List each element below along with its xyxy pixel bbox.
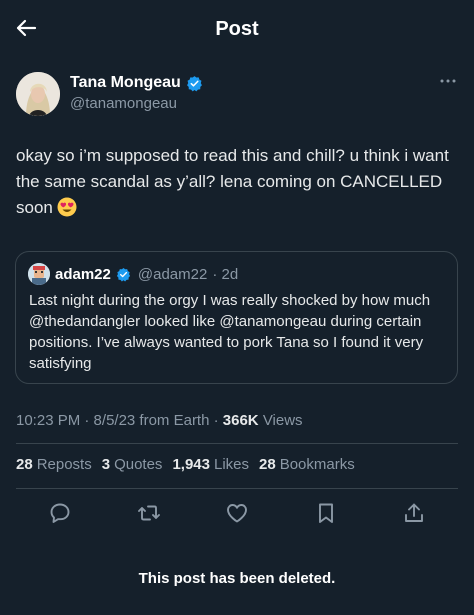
- quote-author-name: adam22: [55, 265, 111, 283]
- bookmark-button[interactable]: [313, 500, 339, 526]
- post-text: okay so i’m supposed to read this and ch…: [16, 146, 449, 217]
- post-stats: 28 Reposts 3 Quotes 1,943 Likes 28 Bookmarks: [16, 456, 355, 473]
- post-author: Tana Mongeau @tanamongeau: [16, 72, 458, 116]
- post-body: okay so i’m supposed to read this and ch…: [16, 143, 456, 221]
- action-bar: [16, 500, 458, 526]
- author-name[interactable]: Tana Mongeau: [70, 74, 181, 92]
- post-meta: 10:23 PM · 8/5/23 from Earth · 366K View…: [16, 412, 303, 429]
- page-title: Post: [215, 18, 259, 40]
- deleted-notice: This post has been deleted.: [138, 570, 336, 587]
- share-button[interactable]: [401, 500, 427, 526]
- divider: [16, 488, 458, 489]
- likes-stat[interactable]: 1,943 Likes: [172, 456, 249, 473]
- post-date-source: · 8/5/23 from Earth ·: [84, 412, 219, 429]
- divider: [16, 443, 458, 444]
- share-icon: [405, 503, 423, 522]
- heart-eyes-emoji-icon: [57, 197, 77, 217]
- quote-text: Last night during the orgy I was really …: [29, 292, 431, 372]
- quotes-stat[interactable]: 3 Quotes: [102, 456, 163, 473]
- reply-icon: [50, 503, 70, 523]
- more-options-button[interactable]: [438, 74, 458, 88]
- verified-badge-icon: [116, 267, 130, 281]
- avatar-image: [16, 72, 60, 116]
- like-icon: [227, 504, 247, 523]
- quote-author-handle: @adam22: [137, 265, 208, 283]
- author-handle[interactable]: @tanamongeau: [70, 95, 177, 112]
- avatar[interactable]: [16, 72, 60, 116]
- top-bar: Post: [0, 0, 474, 60]
- views-label: Views: [262, 412, 303, 429]
- reposts-stat[interactable]: 28 Reposts: [16, 456, 92, 473]
- post-time: 10:23 PM: [16, 412, 81, 429]
- quote-time: · 2d: [212, 265, 239, 283]
- quote-avatar: [28, 263, 50, 285]
- more-horizontal-icon: [440, 79, 456, 83]
- reply-button[interactable]: [47, 500, 73, 526]
- quoted-post[interactable]: adam22 @adam22 · 2d Last night during th…: [15, 251, 458, 384]
- like-button[interactable]: [224, 500, 250, 526]
- bookmark-icon: [318, 503, 333, 523]
- repost-button[interactable]: [136, 500, 162, 526]
- verified-badge-icon[interactable]: [186, 75, 203, 92]
- bookmarks-stat[interactable]: 28 Bookmarks: [259, 456, 355, 473]
- repost-icon: [137, 505, 160, 521]
- views-count: 366K: [222, 412, 259, 429]
